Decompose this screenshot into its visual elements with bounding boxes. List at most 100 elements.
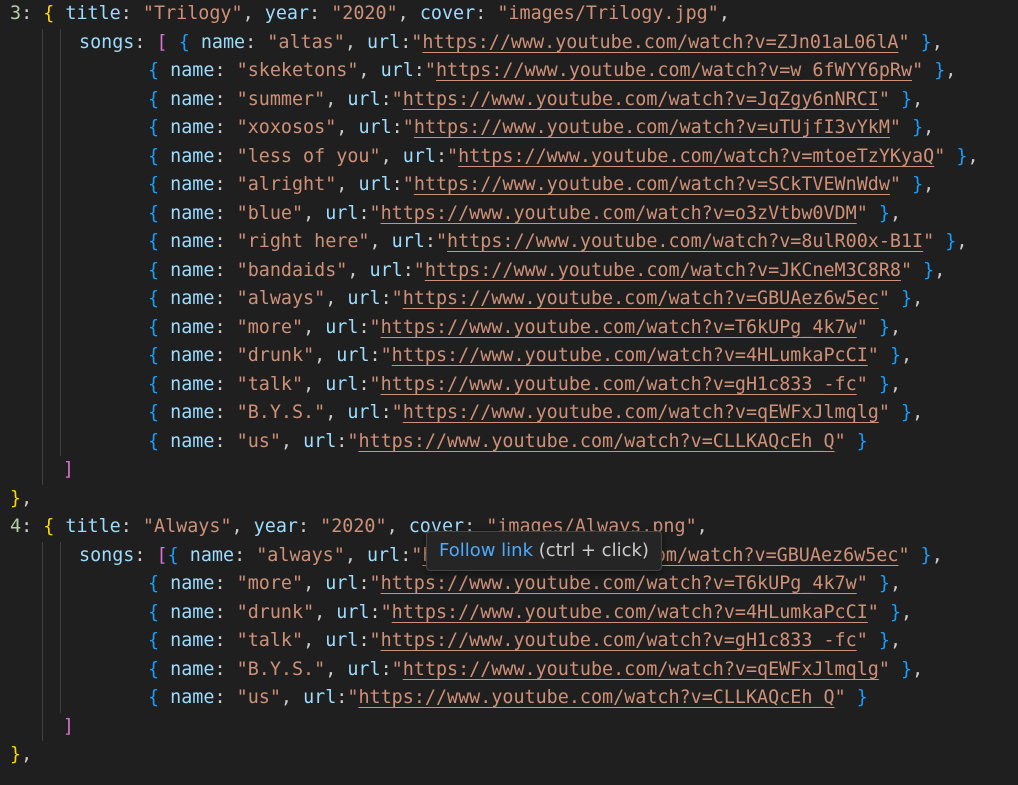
key-url: url — [325, 630, 359, 651]
code-punctuation: , — [325, 658, 348, 680]
code-punctuation: } — [901, 402, 913, 423]
key-url: url — [358, 174, 392, 195]
code-punctuation: " — [269, 687, 281, 708]
code-punctuation: , — [303, 202, 326, 224]
code-punctuation: " — [269, 430, 281, 452]
song-url-link[interactable]: https://www.youtube.com/watch?v=CLLKAQcE… — [358, 687, 834, 708]
key-url: url — [369, 259, 403, 281]
code-punctuation: " — [391, 658, 403, 680]
code-punctuation: " — [375, 516, 387, 537]
code-punctuation: { — [148, 573, 160, 594]
code-punctuation: , — [889, 573, 902, 594]
key-name: name — [189, 544, 235, 566]
song-url-link[interactable]: https://www.youtube.com/watch?v=8ulR00x-… — [447, 231, 923, 252]
song-url-link[interactable]: https://www.youtube.com/watch?v=T6kUPg_4… — [381, 573, 857, 594]
code-punctuation: " — [236, 658, 248, 680]
song-name: always — [247, 288, 315, 309]
key-url: url — [366, 544, 401, 566]
code-punctuation: " — [856, 573, 868, 594]
code-punctuation: : — [214, 630, 237, 651]
code-line: { name: "always", url:"https://www.youtu… — [148, 285, 923, 313]
code-punctuation: : — [214, 687, 237, 708]
song-url-link[interactable]: https://www.youtube.com/watch?v=CLLKAQcE… — [358, 431, 834, 452]
song-url-link[interactable]: https://www.youtube.com/watch?v=gH1c833_… — [381, 374, 857, 395]
code-punctuation — [923, 60, 934, 81]
code-punctuation: " — [291, 573, 304, 594]
code-punctuation: " — [291, 373, 304, 395]
code-punctuation: , — [369, 231, 392, 252]
code-punctuation: : — [214, 402, 237, 423]
code-punctuation: , — [934, 259, 946, 281]
song-url-link[interactable]: https://www.youtube.com/watch?v=4HLumkaP… — [392, 602, 868, 623]
indent-guide — [41, 541, 43, 741]
code-punctuation: : — [21, 516, 44, 537]
follow-link-label[interactable]: Follow link — [439, 540, 533, 561]
code-punctuation: } — [878, 316, 890, 338]
code-punctuation: , — [344, 544, 367, 566]
code-punctuation: } — [878, 630, 890, 651]
song-url-link[interactable]: https://www.youtube.com/watch?v=mtoeTzYK… — [458, 146, 934, 167]
code-punctuation: " — [236, 145, 248, 167]
code-punctuation — [159, 345, 170, 366]
code-line: { name: "bandaids", url:"https://www.you… — [148, 257, 945, 285]
code-punctuation — [159, 687, 170, 708]
code-punctuation: , — [912, 402, 924, 423]
code-punctuation: } — [10, 744, 22, 765]
code-line: { name: "B.Y.S.", url:"https://www.youtu… — [148, 399, 923, 427]
song-url-link[interactable]: https://www.youtube.com/watch?v=JKCneM3C… — [425, 260, 901, 281]
song-url-link[interactable]: https://www.youtube.com/watch?v=T6kUPg_4… — [381, 317, 857, 338]
code-punctuation: , — [380, 145, 403, 167]
song-name: summer — [247, 88, 315, 110]
key-name: name — [170, 430, 215, 452]
code-punctuation: , — [386, 516, 409, 537]
code-punctuation: " — [900, 259, 913, 281]
code-punctuation: : — [475, 3, 498, 24]
code-line: { name: "alright", url:"https://www.yout… — [148, 171, 934, 199]
code-punctuation: " — [331, 3, 343, 24]
code-punctuation: , — [303, 373, 326, 395]
code-punctuation: " — [256, 544, 268, 566]
code-punctuation: " — [291, 630, 304, 651]
code-punctuation — [934, 231, 945, 252]
code-punctuation — [868, 374, 879, 395]
code-punctuation: : — [214, 88, 237, 110]
code-punctuation: " — [236, 373, 248, 395]
code-punctuation: } — [878, 573, 890, 594]
code-punctuation — [54, 516, 65, 537]
key-name: name — [170, 601, 215, 623]
song-url-link[interactable]: https://www.youtube.com/watch?v=gH1c833_… — [381, 630, 857, 651]
song-name: less of you — [247, 145, 370, 167]
key-name: name — [170, 202, 215, 224]
key-title: title — [65, 3, 121, 24]
code-punctuation: { — [148, 373, 160, 395]
song-url-link[interactable]: https://www.youtube.com/watch?v=ZJn01aL0… — [422, 32, 898, 53]
code-punctuation — [890, 402, 901, 423]
key-url: url — [336, 345, 370, 366]
key-name: name — [170, 658, 215, 680]
code-punctuation: { — [148, 687, 160, 708]
code-punctuation: " — [236, 573, 248, 594]
song-url-link[interactable]: https://www.youtube.com/watch?v=uTUjfI3v… — [414, 117, 890, 138]
song-url-link[interactable]: https://www.youtube.com/watch?v=o3zVtbw0… — [381, 203, 857, 224]
code-punctuation: { — [178, 31, 190, 53]
album-title: Always — [154, 516, 221, 537]
song-url-link[interactable]: https://www.youtube.com/watch?v=JqZgy6nN… — [403, 89, 879, 110]
song-url-link[interactable]: https://www.youtube.com/watch?v=4HLumkaP… — [392, 345, 868, 366]
code-punctuation: : — [214, 60, 237, 81]
code-line: { name: "drunk", url:"https://www.youtub… — [148, 342, 912, 370]
code-editor[interactable]: 3: { title: "Trilogy", year: "2020", cov… — [0, 0, 1018, 785]
code-punctuation — [879, 602, 890, 623]
song-url-link[interactable]: https://www.youtube.com/watch?v=SCkTVEWn… — [414, 174, 890, 195]
code-punctuation: " — [411, 31, 423, 53]
code-punctuation: , — [912, 658, 924, 680]
song-name: talk — [247, 373, 292, 395]
song-url-link[interactable]: https://www.youtube.com/watch?v=qEWFxJlm… — [403, 659, 879, 680]
song-url-link[interactable]: https://www.youtube.com/watch?v=w_6fWYY6… — [436, 60, 912, 81]
code-punctuation: { — [148, 402, 160, 423]
code-punctuation: " — [236, 687, 248, 708]
code-punctuation — [846, 687, 857, 708]
code-punctuation — [159, 231, 170, 252]
song-url-link[interactable]: https://www.youtube.com/watch?v=qEWFxJlm… — [403, 402, 879, 423]
song-url-link[interactable]: https://www.youtube.com/watch?v=GBUAez6w… — [403, 288, 879, 309]
code-punctuation — [910, 545, 921, 566]
